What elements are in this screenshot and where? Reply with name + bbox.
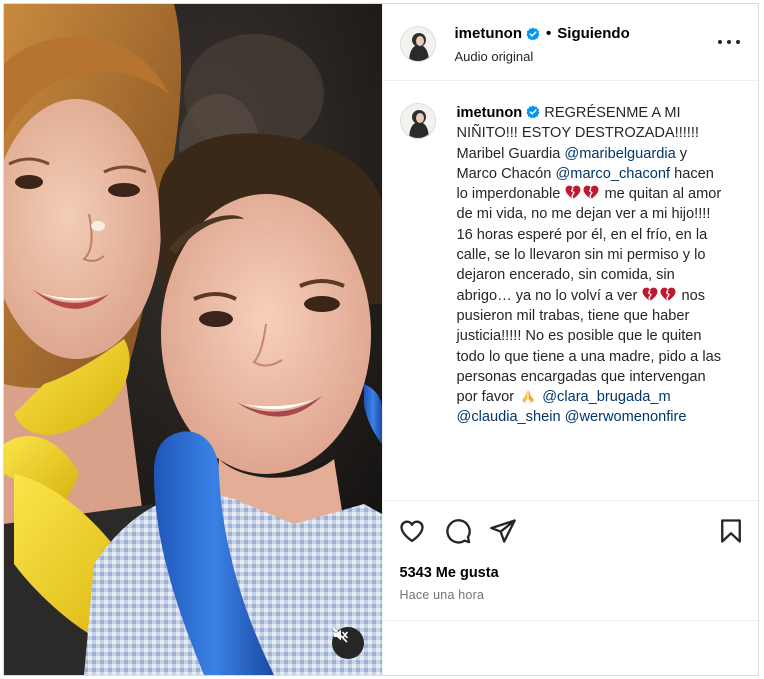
divider	[382, 620, 760, 621]
likes-count[interactable]: 5343 Me gusta	[400, 565, 499, 581]
caption-section: imetunon REGRÉSENME A MI NIÑITO!!! ESTOY…	[383, 82, 760, 500]
mention-link[interactable]: @claudia_shein	[457, 409, 561, 425]
verified-badge-icon	[526, 105, 540, 119]
broken-heart-icon	[642, 287, 658, 301]
caption-username[interactable]: imetunon	[457, 105, 523, 121]
comment-icon[interactable]	[444, 517, 472, 545]
profile-photo	[400, 104, 435, 138]
header-username-row: imetunon • Siguiendo	[455, 25, 630, 42]
verified-badge-icon	[526, 27, 540, 40]
paper-plane-icon[interactable]	[489, 517, 517, 545]
mention-link[interactable]: @marco_chaconf	[555, 166, 670, 182]
instagram-post: imetunon • Siguiendo Audio original imet…	[3, 3, 760, 676]
caption-avatar[interactable]	[399, 103, 436, 139]
broken-heart-icon	[583, 185, 599, 200]
profile-photo	[400, 27, 435, 61]
post-side-panel: imetunon • Siguiendo Audio original imet…	[381, 4, 760, 675]
post-timestamp[interactable]: Hace una hora	[400, 588, 485, 602]
post-video[interactable]	[4, 4, 382, 675]
heart-outline-icon[interactable]	[398, 517, 426, 545]
post-caption: imetunon REGRÉSENME A MI NIÑITO!!! ESTOY…	[457, 103, 729, 428]
more-options-icon[interactable]	[717, 34, 740, 50]
mention-link[interactable]: @werwomenonfire	[565, 409, 687, 425]
post-actions: 5343 Me gusta Hace una hora	[382, 500, 760, 620]
audio-link[interactable]: Audio original	[455, 49, 534, 64]
separator-dot: •	[546, 25, 552, 42]
caption-text: nos pusieron mil trabas, tiene que haber…	[456, 287, 722, 406]
username[interactable]: imetunon	[455, 25, 523, 42]
bookmark-icon[interactable]	[717, 517, 745, 545]
follow-status-button[interactable]: Siguiendo	[557, 25, 630, 42]
speaker-muted-icon	[332, 627, 348, 643]
broken-heart-icon	[660, 287, 676, 301]
folded-hands-icon	[522, 389, 535, 404]
caption-body: REGRÉSENME A MI NIÑITO!!! ESTOY DESTROZA…	[457, 105, 722, 425]
caption-text: me quitan al amor de mi vida, no me deja…	[456, 186, 722, 304]
mention-link[interactable]: @clara_brugada_m	[542, 389, 670, 405]
mention-link[interactable]: @maribelguardia	[564, 146, 675, 162]
video-frame	[4, 4, 382, 675]
avatar[interactable]	[399, 26, 436, 62]
mute-button[interactable]	[332, 627, 364, 659]
post-header: imetunon • Siguiendo Audio original	[382, 4, 760, 81]
broken-heart-icon	[565, 185, 581, 200]
